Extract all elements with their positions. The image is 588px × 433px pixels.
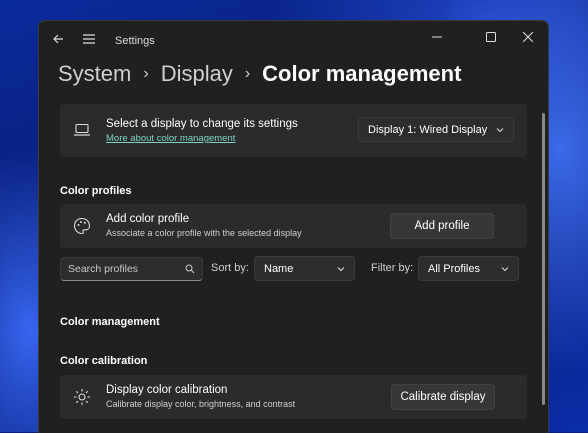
display-select-card: Select a display to change its settings … [60,104,527,157]
calibration-subtitle: Calibrate display color, brightness, and… [106,399,296,409]
calibration-title: Display color calibration [106,384,228,396]
close-icon [523,32,533,42]
breadcrumb-chevron-icon: › [244,65,251,82]
sort-by-label: Sort by: [211,262,249,274]
chevron-down-icon [496,127,504,132]
page-title: Color management [262,61,462,86]
add-color-profile-title: Add color profile [106,213,190,225]
brightness-icon [72,387,92,407]
close-button[interactable] [510,23,546,51]
filter-by-label: Filter by: [371,262,414,274]
hamburger-menu-icon [83,34,95,44]
title-bar: Settings [39,21,548,61]
search-profiles-box [60,257,203,281]
display-calibration-card: Display color calibration Calibrate disp… [60,375,527,419]
breadcrumb-chevron-icon: › [143,65,149,82]
scrollbar[interactable] [542,113,545,405]
add-profile-button[interactable]: Add profile [390,213,494,239]
display-select-title: Select a display to change its settings [106,118,298,130]
minimize-button[interactable] [419,23,455,51]
palette-icon [72,216,92,236]
maximize-icon [486,32,496,42]
sort-dropdown-value: Name [264,262,294,275]
filter-dropdown-value: All Profiles [428,262,480,275]
color-management-heading: Color management [60,316,160,328]
minimize-icon [432,36,442,38]
laptop-icon [72,120,92,140]
settings-window: Settings System › Display › Color manage… [38,20,549,433]
search-icon [185,264,195,274]
display-dropdown[interactable]: Display 1: Wired Display [358,117,514,142]
chevron-down-icon [337,266,345,271]
add-color-profile-card: Add color profile Associate a color prof… [60,204,527,248]
filter-dropdown[interactable]: All Profiles [418,256,519,281]
app-title: Settings [115,35,155,47]
chevron-down-icon [501,266,509,271]
breadcrumb-system[interactable]: System [58,61,131,87]
breadcrumb: System › Display › Color management [58,59,461,89]
back-arrow-icon [53,34,63,44]
color-management-link[interactable]: More about color management [106,133,235,144]
back-button[interactable] [47,28,69,50]
navigation-menu-button[interactable] [78,28,100,50]
maximize-button[interactable] [473,23,509,51]
search-input[interactable] [61,258,179,280]
calibrate-display-button[interactable]: Calibrate display [391,384,495,410]
color-calibration-heading: Color calibration [60,355,148,367]
breadcrumb-display[interactable]: Display [161,61,233,87]
add-color-profile-subtitle: Associate a color profile with the selec… [106,228,302,238]
sort-dropdown[interactable]: Name [254,256,355,281]
display-dropdown-value: Display 1: Wired Display [368,123,488,136]
color-profiles-heading: Color profiles [60,185,132,197]
